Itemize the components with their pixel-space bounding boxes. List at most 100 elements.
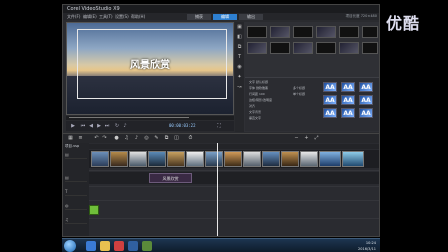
- playhead[interactable]: [217, 143, 218, 236]
- title-thumbnail[interactable]: [293, 42, 313, 54]
- music-track-header[interactable]: ♫: [65, 215, 87, 224]
- title-track-header[interactable]: T: [65, 187, 87, 196]
- timecode[interactable]: 00:00:03:22: [169, 123, 196, 129]
- title-track[interactable]: 风景欣赏: [89, 172, 379, 184]
- video-clip[interactable]: [167, 151, 185, 167]
- option-text[interactable]: 文字 默认标题: [249, 80, 268, 84]
- instant-project-icon[interactable]: ◧: [236, 34, 243, 41]
- end-icon[interactable]: ⏭: [104, 123, 110, 129]
- mixer-icon[interactable]: ♫: [123, 135, 130, 142]
- title-clip[interactable]: 风景欣赏: [149, 173, 192, 183]
- transition-icon[interactable]: ⧉: [236, 44, 243, 51]
- video-clip[interactable]: [281, 151, 299, 167]
- video-track[interactable]: [89, 150, 379, 168]
- option-border-shadow[interactable]: 边框/阴影/透明度: [249, 98, 272, 102]
- video-clip[interactable]: [262, 151, 280, 167]
- title-thumbnail[interactable]: [293, 26, 313, 38]
- title-thumbnail[interactable]: [247, 42, 267, 54]
- video-track-header[interactable]: ▤: [65, 150, 87, 159]
- start-button[interactable]: [64, 240, 76, 252]
- style-swatch[interactable]: AA: [359, 82, 373, 92]
- filter-icon[interactable]: ✦: [236, 74, 243, 81]
- timeline-ruler[interactable]: [89, 144, 379, 149]
- storyboard-view-icon[interactable]: ▦: [67, 135, 74, 142]
- graphics-icon[interactable]: ◉: [236, 64, 243, 71]
- style-swatch[interactable]: AA: [323, 82, 337, 92]
- volume-icon[interactable]: ♪: [122, 123, 128, 129]
- undo-icon[interactable]: ↶: [93, 135, 100, 142]
- option-line-spacing[interactable]: 行间距 100: [249, 92, 265, 96]
- video-clip[interactable]: [224, 151, 242, 167]
- time-remap-icon[interactable]: ⏱: [187, 135, 194, 142]
- video-clip[interactable]: [243, 151, 261, 167]
- menu-edit[interactable]: 编辑(E): [83, 13, 97, 20]
- motion-track-icon[interactable]: ◎: [143, 135, 150, 142]
- title-thumbnail[interactable]: [316, 26, 336, 38]
- title-icon[interactable]: T: [236, 54, 243, 61]
- repeat-icon[interactable]: ↻: [114, 123, 120, 129]
- scrubber[interactable]: [66, 116, 234, 120]
- tab-edit[interactable]: 编辑: [213, 14, 237, 20]
- voice-track-header[interactable]: ◍: [65, 201, 87, 210]
- title-thumbnail[interactable]: [362, 26, 378, 38]
- app-task-icon[interactable]: [142, 241, 152, 251]
- title-thumbnail[interactable]: [270, 26, 290, 38]
- video-clip[interactable]: [148, 151, 166, 167]
- style-swatch[interactable]: AA: [359, 95, 373, 105]
- option-vertical-text[interactable]: 垂直文字: [249, 116, 261, 120]
- play-icon[interactable]: ▶: [70, 123, 76, 129]
- tab-share[interactable]: 输出: [239, 14, 263, 20]
- option-font[interactable]: 字体 微软雅黑: [249, 86, 268, 90]
- fit-project-icon[interactable]: ⤢: [313, 135, 320, 142]
- title-thumbnail[interactable]: [270, 42, 290, 54]
- menu-file[interactable]: 文件(F): [67, 13, 80, 20]
- style-swatch[interactable]: AA: [359, 108, 373, 118]
- subtitle-icon[interactable]: ✎: [153, 135, 160, 142]
- menu-settings[interactable]: 设置(S): [115, 13, 129, 20]
- media-player-icon[interactable]: [114, 241, 124, 251]
- prev-frame-icon[interactable]: ◀: [88, 123, 94, 129]
- style-swatch[interactable]: AA: [341, 108, 355, 118]
- title-thumbnail[interactable]: [247, 26, 267, 38]
- video-clip[interactable]: [319, 151, 341, 167]
- ie-icon[interactable]: [86, 241, 96, 251]
- preview-window[interactable]: 风景欣赏: [66, 22, 234, 115]
- video-clip[interactable]: [186, 151, 204, 167]
- menu-tools[interactable]: 工具(T): [99, 13, 113, 20]
- zoom-out-icon[interactable]: −: [293, 135, 300, 142]
- split-screen-icon[interactable]: ◫: [173, 135, 180, 142]
- overlay-track-header[interactable]: ▤: [65, 173, 87, 182]
- explorer-icon[interactable]: [100, 241, 110, 251]
- style-swatch[interactable]: AA: [323, 95, 337, 105]
- enlarge-icon[interactable]: ⛶: [216, 123, 222, 129]
- video-clip[interactable]: [300, 151, 318, 167]
- title-thumbnail[interactable]: [316, 42, 336, 54]
- record-icon[interactable]: ●: [113, 135, 120, 142]
- style-swatch[interactable]: AA: [323, 108, 337, 118]
- option-text-background[interactable]: 文字背景: [249, 110, 261, 114]
- menu-help[interactable]: 帮助(H): [131, 13, 145, 20]
- option-alignment[interactable]: 对齐: [249, 104, 255, 108]
- zoom-in-icon[interactable]: +: [303, 135, 310, 142]
- option-single-title[interactable]: 单个标题: [293, 92, 305, 96]
- style-swatch[interactable]: AA: [341, 95, 355, 105]
- redo-icon[interactable]: ↷: [101, 135, 108, 142]
- tab-capture[interactable]: 捕获: [187, 14, 211, 20]
- title-thumbnail[interactable]: [362, 42, 378, 54]
- video-clip[interactable]: [205, 151, 223, 167]
- video-clip[interactable]: [129, 151, 147, 167]
- option-multi-title[interactable]: 多个标题: [293, 86, 305, 90]
- system-clock[interactable]: 10:24 2016/3/11: [358, 240, 376, 252]
- next-frame-icon[interactable]: ▶: [96, 123, 102, 129]
- videostudio-task-icon[interactable]: [128, 241, 138, 251]
- timeline-view-icon[interactable]: ≡: [77, 135, 84, 142]
- video-clip[interactable]: [91, 151, 109, 167]
- color-clip[interactable]: [89, 205, 99, 215]
- preview-caption[interactable]: 风景欣赏: [67, 56, 233, 71]
- path-icon[interactable]: ↝: [236, 84, 243, 91]
- video-clip[interactable]: [110, 151, 128, 167]
- style-swatch[interactable]: AA: [341, 82, 355, 92]
- auto-music-icon[interactable]: ♪: [133, 135, 140, 142]
- title-thumbnail[interactable]: [339, 42, 359, 54]
- video-clip[interactable]: [342, 151, 364, 167]
